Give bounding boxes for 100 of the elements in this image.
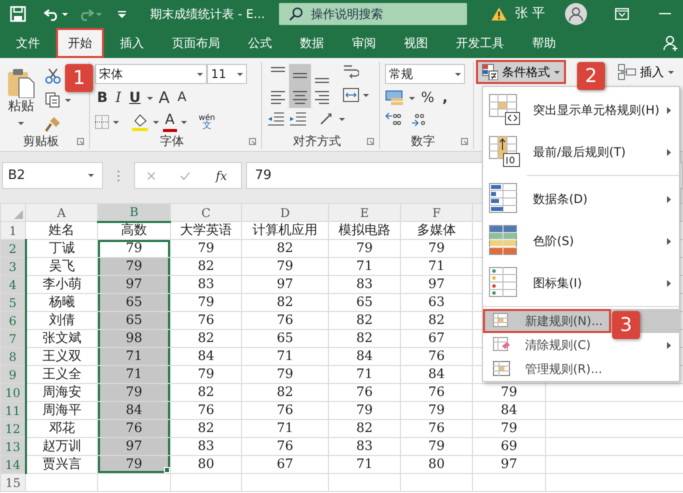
ribbon-tab[interactable]: 数据 bbox=[288, 28, 336, 58]
row-header[interactable]: 2 bbox=[0, 240, 26, 258]
column-header[interactable]: B bbox=[98, 204, 170, 222]
underline-button[interactable]: U bbox=[127, 88, 143, 108]
table-cell: 76 bbox=[242, 312, 328, 330]
row-header[interactable]: 12 bbox=[0, 420, 26, 438]
ribbon-tab[interactable]: 帮助 bbox=[520, 28, 568, 58]
font-size-dropdown[interactable]: 11 bbox=[207, 64, 247, 84]
ribbon-display-icon[interactable] bbox=[615, 8, 630, 20]
borders-icon[interactable] bbox=[95, 115, 109, 129]
currency-icon[interactable] bbox=[385, 90, 405, 106]
conditional-formatting-icon bbox=[482, 64, 498, 80]
caret-icon[interactable] bbox=[363, 94, 369, 96]
grow-font-button[interactable]: A bbox=[156, 88, 172, 108]
row-header[interactable]: 14 bbox=[0, 456, 26, 474]
shrink-font-button[interactable]: A bbox=[176, 88, 188, 108]
table-cell: 79 bbox=[98, 384, 170, 402]
ribbon-tab[interactable]: 页面布局 bbox=[160, 28, 232, 58]
number-format-dropdown[interactable]: 常规 bbox=[385, 64, 465, 84]
column-header[interactable]: D bbox=[242, 204, 328, 222]
row-header[interactable]: 5 bbox=[0, 294, 26, 312]
menu-item[interactable]: 突出显示单元格规则(H) bbox=[483, 89, 679, 131]
italic-button[interactable]: I bbox=[114, 88, 124, 108]
minimize-icon[interactable] bbox=[659, 13, 672, 15]
ribbon-tab[interactable]: 开发工具 bbox=[444, 28, 516, 58]
align-middle-button[interactable] bbox=[289, 64, 311, 86]
table-cell: 82 bbox=[328, 330, 400, 348]
menu-item[interactable]: 新建规则(N)... bbox=[483, 309, 611, 333]
menu-item[interactable]: 色阶(S) bbox=[483, 220, 679, 262]
phonetic-label[interactable]: wén bbox=[198, 113, 216, 122]
dialog-launcher-icon[interactable] bbox=[461, 138, 468, 144]
format-painter-icon[interactable] bbox=[45, 116, 61, 132]
fill-color-icon[interactable] bbox=[131, 113, 149, 131]
avatar-icon[interactable] bbox=[565, 3, 588, 25]
align-center-button[interactable] bbox=[289, 86, 311, 108]
row-header[interactable]: 10 bbox=[0, 384, 26, 402]
caret-icon[interactable] bbox=[339, 118, 345, 120]
dialog-launcher-icon[interactable] bbox=[367, 138, 374, 144]
merge-center-icon[interactable] bbox=[343, 88, 359, 102]
caret-icon[interactable] bbox=[180, 120, 187, 124]
caret-icon[interactable] bbox=[153, 120, 159, 124]
caret-icon[interactable] bbox=[409, 96, 415, 100]
copy-icon[interactable] bbox=[45, 92, 61, 108]
grip-icon bbox=[117, 170, 120, 182]
table-cell: 71 bbox=[98, 348, 170, 366]
increase-decimal-icon[interactable] bbox=[385, 112, 403, 126]
column-header[interactable]: E bbox=[328, 204, 400, 222]
row-header[interactable]: 15 bbox=[0, 474, 26, 492]
phonetic-char[interactable]: 文 bbox=[202, 122, 212, 131]
comma-button[interactable]: , bbox=[440, 88, 450, 108]
conditional-formatting-button[interactable]: 条件格式 bbox=[476, 60, 566, 84]
row-header[interactable]: 7 bbox=[0, 330, 26, 348]
dialog-launcher-icon[interactable] bbox=[77, 138, 84, 144]
column-header[interactable]: C bbox=[170, 204, 242, 222]
ribbon-tab[interactable]: 审阅 bbox=[340, 28, 388, 58]
caret-icon[interactable] bbox=[146, 96, 153, 100]
insert-button[interactable]: 插入 bbox=[612, 60, 680, 84]
dialog-launcher-icon[interactable] bbox=[249, 138, 256, 144]
cut-icon[interactable] bbox=[45, 68, 61, 84]
row-header[interactable]: 3 bbox=[0, 258, 26, 276]
caret-icon[interactable] bbox=[62, 12, 68, 16]
wrap-text-icon[interactable] bbox=[343, 64, 359, 80]
share-icon[interactable] bbox=[663, 35, 679, 51]
row-header[interactable]: 11 bbox=[0, 402, 26, 420]
bold-button[interactable]: B bbox=[95, 88, 110, 108]
insert-function-button[interactable]: fx bbox=[214, 166, 229, 186]
customize-icon[interactable] bbox=[118, 10, 126, 18]
font-name-dropdown[interactable]: 宋体 bbox=[95, 64, 207, 84]
menu-item[interactable]: 管理规则(R)... bbox=[483, 357, 679, 381]
column-header[interactable]: F bbox=[400, 204, 472, 222]
menu-item[interactable]: 图标集(I) bbox=[483, 262, 679, 304]
row-header[interactable]: 4 bbox=[0, 276, 26, 294]
ribbon-tab[interactable]: 文件 bbox=[4, 28, 52, 58]
percent-button[interactable]: % bbox=[419, 88, 436, 108]
name-box[interactable]: B2 bbox=[2, 162, 103, 189]
column-header[interactable]: A bbox=[26, 204, 98, 222]
user-name[interactable]: 张 平 bbox=[514, 4, 546, 24]
undo-icon[interactable] bbox=[44, 7, 60, 21]
row-header[interactable]: 8 bbox=[0, 348, 26, 366]
search-field[interactable]: 操作说明搜索 bbox=[278, 3, 467, 25]
table-cell: 贾兴言 bbox=[26, 456, 98, 474]
ribbon-tab[interactable]: 视图 bbox=[392, 28, 440, 58]
paste-button[interactable]: 粘贴 bbox=[5, 64, 37, 132]
increase-indent-icon[interactable] bbox=[289, 112, 307, 126]
row-header[interactable]: 9 bbox=[0, 366, 26, 384]
table-cell: 65 bbox=[98, 312, 170, 330]
row-header[interactable]: 13 bbox=[0, 438, 26, 456]
row-header[interactable]: 6 bbox=[0, 312, 26, 330]
save-icon[interactable] bbox=[10, 6, 26, 22]
row-header[interactable]: 1 bbox=[0, 222, 26, 240]
fill-handle[interactable] bbox=[164, 467, 170, 472]
caret-icon[interactable] bbox=[65, 98, 71, 102]
table-cell: 82 bbox=[242, 240, 328, 258]
ribbon-tab[interactable]: 公式 bbox=[236, 28, 284, 58]
warning-icon[interactable] bbox=[490, 7, 507, 21]
font-color-button[interactable]: A bbox=[163, 112, 177, 132]
ribbon-tab[interactable]: 插入 bbox=[108, 28, 156, 58]
ribbon-tab[interactable]: 开始 bbox=[56, 28, 104, 58]
caret-icon[interactable] bbox=[113, 120, 119, 124]
decrease-indent-icon[interactable] bbox=[267, 112, 285, 126]
